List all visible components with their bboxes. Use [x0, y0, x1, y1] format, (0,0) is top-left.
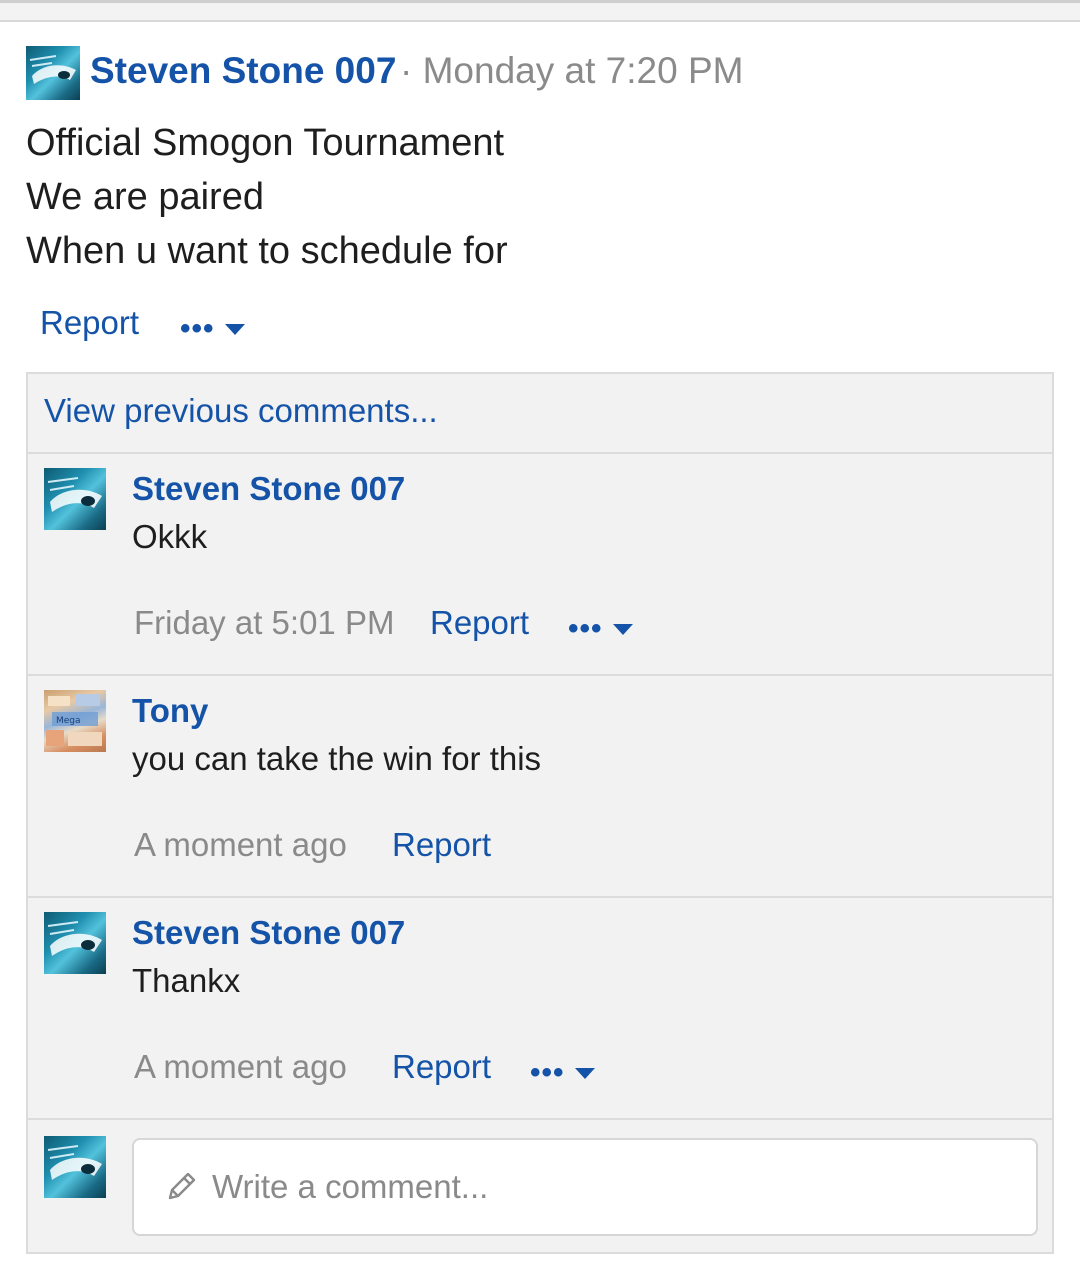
comment-report-link[interactable]: Report	[430, 604, 529, 642]
post-report-link[interactable]: Report	[40, 304, 139, 342]
comment-report-link[interactable]: Report	[392, 826, 491, 864]
post-actions: Report •••	[40, 302, 440, 348]
comment-input[interactable]: Write a comment...	[132, 1138, 1038, 1236]
post-header: Steven Stone 007 · Monday at 7:20 PM	[26, 44, 1066, 100]
comment-author[interactable]: Steven Stone 007	[132, 914, 405, 952]
comment-more-menu[interactable]: •••	[568, 614, 633, 644]
composer-avatar	[44, 1136, 106, 1198]
comment-time[interactable]: A moment ago	[134, 1048, 347, 1086]
post-timestamp[interactable]: · Monday at 7:20 PM	[400, 50, 743, 92]
comment-avatar[interactable]	[44, 468, 106, 530]
comment-input-placeholder: Write a comment...	[212, 1168, 489, 1205]
comment-meta: A moment ago Report •••	[134, 1048, 1034, 1092]
comment-avatar[interactable]	[44, 912, 106, 974]
post-body: Official Smogon Tournament We are paired…	[26, 116, 1046, 278]
more-dots-icon: •••	[530, 1056, 565, 1089]
comment-report-link[interactable]: Report	[392, 1048, 491, 1086]
comment-author[interactable]: Tony	[132, 692, 208, 730]
comment-item: Steven Stone 007 Thankx A moment ago Rep…	[28, 898, 1052, 1118]
post-line: Official Smogon Tournament	[26, 122, 505, 164]
caret-down-icon	[574, 1067, 595, 1079]
post-more-menu[interactable]: •••	[180, 314, 245, 344]
pencil-icon	[164, 1170, 198, 1209]
comment-meta: Friday at 5:01 PM Report •••	[134, 604, 1034, 648]
more-dots-icon: •••	[180, 312, 215, 345]
comment-text: Okkk	[132, 518, 208, 555]
post-author-name[interactable]: Steven Stone 007	[90, 50, 396, 92]
comment-time[interactable]: A moment ago	[134, 826, 347, 864]
comment-item: Mega Tony you can take the win for this …	[28, 676, 1052, 896]
comment-avatar[interactable]: Mega	[44, 690, 106, 752]
post-line: When u want to schedule for	[26, 230, 508, 272]
author-avatar[interactable]	[26, 46, 80, 100]
comment-item: Steven Stone 007 Okkk Friday at 5:01 PM …	[28, 454, 1052, 674]
more-dots-icon: •••	[568, 612, 603, 645]
divider	[28, 1118, 1052, 1120]
svg-text:Mega: Mega	[56, 716, 81, 726]
post-line: We are paired	[26, 176, 264, 218]
comment-text: Thankx	[132, 962, 241, 999]
top-edge	[0, 0, 1080, 22]
comment-author[interactable]: Steven Stone 007	[132, 470, 405, 508]
comment-time[interactable]: Friday at 5:01 PM	[134, 604, 394, 642]
comment-meta: A moment ago Report	[134, 826, 1034, 870]
comments-panel: View previous comments... Steven Stone 0…	[26, 372, 1054, 1254]
caret-down-icon	[612, 623, 633, 635]
view-previous-comments-link[interactable]: View previous comments...	[44, 392, 438, 430]
caret-down-icon	[224, 323, 245, 335]
comment-text: you can take the win for this	[132, 740, 542, 777]
comment-more-menu[interactable]: •••	[530, 1058, 595, 1088]
